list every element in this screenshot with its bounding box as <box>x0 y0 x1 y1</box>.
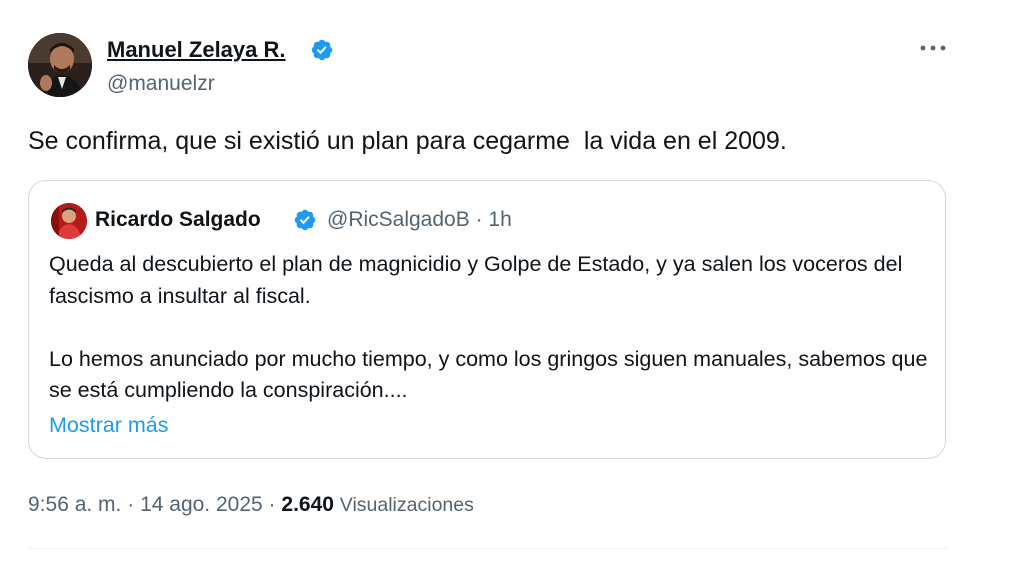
meta-separator: · <box>268 493 276 516</box>
divider <box>28 548 948 549</box>
more-options-button[interactable] <box>916 36 950 60</box>
quoted-paragraph: Queda al descubierto el plan de magnicid… <box>49 252 903 308</box>
quoted-tweet-body: Queda al descubierto el plan de magnicid… <box>49 249 929 407</box>
tweet-text: Se confirma, que si existió un plan para… <box>28 127 787 155</box>
tweet-date[interactable]: 14 ago. 2025 <box>140 493 263 516</box>
person-portrait-avatar-icon <box>28 33 92 97</box>
tweet-meta: 9:56 a. m. · 14 ago. 2025 · 2.640 Visual… <box>28 491 474 519</box>
author-handle[interactable]: @manuelzr <box>107 71 215 97</box>
show-more-link[interactable]: Mostrar más <box>49 410 168 440</box>
meta-separator: · <box>127 493 135 516</box>
author-avatar[interactable] <box>28 33 92 97</box>
verified-badge-icon <box>294 209 316 231</box>
quoted-author-handle[interactable]: @RicSalgadoB <box>327 208 470 231</box>
views-label: Visualizaciones <box>339 494 474 516</box>
author-name[interactable]: Manuel Zelaya R. <box>107 36 286 64</box>
tweet-time[interactable]: 9:56 a. m. <box>28 493 121 516</box>
quoted-author-meta: @RicSalgadoB · 1h <box>327 206 512 234</box>
ellipsis-icon <box>920 45 946 51</box>
quoted-tweet-time[interactable]: 1h <box>488 208 511 231</box>
verified-badge-icon <box>311 39 333 61</box>
person-portrait-avatar-icon <box>51 203 87 239</box>
quoted-tweet-card[interactable]: Ricardo Salgado @RicSalgadoB · 1h Queda … <box>28 180 946 459</box>
meta-separator: · <box>475 208 483 231</box>
quoted-author-avatar[interactable] <box>51 203 87 239</box>
views-count: 2.640 <box>281 493 334 516</box>
quoted-author-name[interactable]: Ricardo Salgado <box>95 206 261 234</box>
quoted-paragraph: Lo hemos anunciado por mucho tiempo, y c… <box>49 346 928 403</box>
